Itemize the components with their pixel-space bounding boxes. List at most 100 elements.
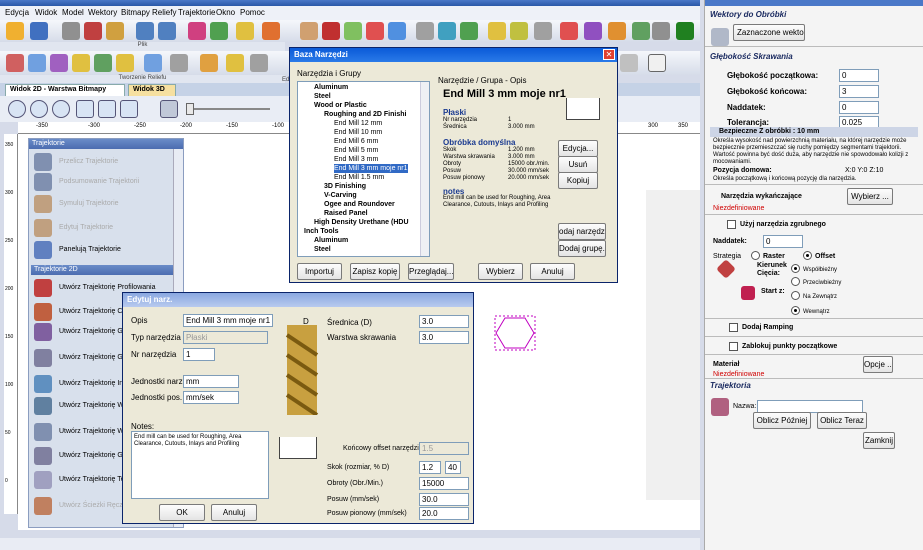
- diameter-input[interactable]: 3.0: [419, 315, 469, 328]
- zoom-window-icon[interactable]: [52, 100, 70, 118]
- layer-icon[interactable]: [322, 22, 340, 40]
- relief-shape-icon[interactable]: [6, 54, 24, 72]
- scissors-icon[interactable]: [560, 22, 578, 40]
- delete-button[interactable]: Usuń: [558, 156, 598, 173]
- cut-icon[interactable]: [62, 22, 80, 40]
- tree-item[interactable]: Inch Tools: [304, 227, 338, 236]
- tree-item[interactable]: End Mill 3 mm: [334, 155, 378, 164]
- vector-icon[interactable]: [210, 22, 228, 40]
- plunge-input[interactable]: 20.0: [419, 507, 469, 520]
- arc-icon[interactable]: [534, 22, 552, 40]
- tree-item[interactable]: End Mill 5 mm: [334, 146, 378, 155]
- typ-select[interactable]: Płaski: [183, 331, 268, 344]
- draw-icon[interactable]: [188, 22, 206, 40]
- toolpath-item[interactable]: Edytuj Trajektorie: [31, 217, 171, 239]
- zoom-page-icon[interactable]: [98, 100, 116, 118]
- end-depth-input[interactable]: 3: [839, 85, 879, 98]
- globe-icon[interactable]: [388, 22, 406, 40]
- start-depth-input[interactable]: 0: [839, 69, 879, 82]
- relief-sculpt-icon[interactable]: [200, 54, 218, 72]
- units-feed-select[interactable]: mm/sek: [183, 391, 239, 404]
- ok-button[interactable]: OK: [159, 504, 205, 521]
- zoom-fit-icon[interactable]: [76, 100, 94, 118]
- outside-radio[interactable]: [791, 291, 800, 300]
- lock-start-checkbox[interactable]: [729, 342, 738, 351]
- tree-item[interactable]: Steel: [314, 92, 331, 101]
- menu-model[interactable]: Model: [62, 8, 84, 17]
- edge-icon[interactable]: [632, 22, 650, 40]
- relief-face-icon[interactable]: [50, 54, 68, 72]
- section-2d-toolpaths[interactable]: Trajektorie 2D: [31, 265, 181, 275]
- tree-item[interactable]: V-Carving: [324, 191, 357, 200]
- tree-item[interactable]: End Mill 3 mm moje nr1: [334, 164, 408, 173]
- zoom-selection-icon[interactable]: [120, 100, 138, 118]
- opacity-slider-thumb[interactable]: [186, 103, 194, 115]
- tree-item[interactable]: Steel: [314, 245, 331, 254]
- offset-input[interactable]: 1.5: [419, 442, 469, 455]
- menu-pomoc[interactable]: Pomoc: [240, 8, 265, 17]
- allowance-input[interactable]: 0: [839, 101, 879, 114]
- menu-wektory[interactable]: Wektory: [88, 8, 117, 17]
- fillet-icon[interactable]: [620, 54, 638, 72]
- zoom-in-icon[interactable]: [8, 100, 26, 118]
- add-tool-button[interactable]: odaj narzędzie: [558, 223, 606, 240]
- undo-icon[interactable]: [136, 22, 154, 40]
- relief-leaf-icon[interactable]: [94, 54, 112, 72]
- toolpath-item[interactable]: Podsumowanie Trajektorii: [31, 171, 171, 193]
- relief-merge-icon[interactable]: [144, 54, 162, 72]
- zoom-out-icon[interactable]: [30, 100, 48, 118]
- import-button[interactable]: Importuj: [297, 263, 342, 280]
- close-button[interactable]: Zamknij: [863, 432, 895, 449]
- paste-icon[interactable]: [106, 22, 124, 40]
- climb-radio[interactable]: [791, 264, 800, 273]
- grid-icon[interactable]: [676, 22, 694, 40]
- offset-radio[interactable]: [803, 251, 812, 260]
- menu-bitmapy[interactable]: Bitmapy: [121, 8, 150, 17]
- tab-widok-3d[interactable]: Widok 3D: [128, 84, 176, 96]
- save-icon[interactable]: [30, 22, 48, 40]
- select-button[interactable]: Wybierz: [478, 263, 523, 280]
- material-options-button[interactable]: Opcje ...: [863, 356, 893, 373]
- menu-edycja[interactable]: Edycja: [5, 8, 29, 17]
- path-icon[interactable]: [488, 22, 506, 40]
- toolpath-item[interactable]: Symuluj Trajektorie: [31, 193, 171, 215]
- relief-icon[interactable]: [262, 22, 280, 40]
- tree-item[interactable]: Roughing and 2D Finishi: [324, 110, 406, 119]
- redo-icon[interactable]: [158, 22, 176, 40]
- tree-item[interactable]: High Density Urethane (HDU: [314, 218, 409, 227]
- relief-smooth-icon[interactable]: [226, 54, 244, 72]
- menu-reliefy[interactable]: Reliefy: [152, 8, 176, 17]
- calc-later-button[interactable]: Oblicz Później: [753, 412, 811, 429]
- vectors-select[interactable]: Zaznaczone wektory ▾: [733, 24, 805, 41]
- weave-icon[interactable]: [510, 22, 528, 40]
- feed-input[interactable]: 30.0: [419, 493, 469, 506]
- units-tool-select[interactable]: mm: [183, 375, 239, 388]
- tree-scrollbar[interactable]: [420, 82, 429, 256]
- relief-paint-icon[interactable]: [250, 54, 268, 72]
- tree-item[interactable]: End Mill 6 mm: [334, 137, 378, 146]
- allowance2-input[interactable]: 0: [763, 235, 803, 248]
- rough-tool-checkbox[interactable]: [727, 220, 736, 229]
- tree-item[interactable]: Wood or Plastic: [314, 101, 367, 110]
- folder-icon[interactable]: [6, 22, 24, 40]
- wizard-icon[interactable]: [236, 22, 254, 40]
- relief-blend-icon[interactable]: [116, 54, 134, 72]
- tree-item[interactable]: Ogee and Roundover: [324, 200, 395, 209]
- cancel-button[interactable]: Anuluj: [211, 504, 257, 521]
- conventional-radio[interactable]: [791, 277, 800, 286]
- copy-icon[interactable]: [84, 22, 102, 40]
- node-icon[interactable]: [416, 22, 434, 40]
- tab-widok-2d[interactable]: Widok 2D - Warstwa Bitmapy: [5, 84, 125, 96]
- brush-icon[interactable]: [608, 22, 626, 40]
- tree-item[interactable]: Raised Panel: [324, 209, 368, 218]
- save-copy-button[interactable]: Zapisz kopię: [350, 263, 400, 280]
- ramping-checkbox[interactable]: [729, 323, 738, 332]
- stepover-percent-input[interactable]: 40: [445, 461, 461, 474]
- tree-item[interactable]: End Mill 10 mm: [334, 128, 382, 137]
- pass-depth-input[interactable]: 3.0: [419, 331, 469, 344]
- edit-button[interactable]: Edycja...: [558, 140, 598, 157]
- toolpath-item[interactable]: Przelicz Trajektorie: [31, 151, 171, 173]
- spindle-input[interactable]: 15000: [419, 477, 469, 490]
- browse-button[interactable]: Przeglądaj...: [408, 263, 454, 280]
- raster-radio[interactable]: [751, 251, 760, 260]
